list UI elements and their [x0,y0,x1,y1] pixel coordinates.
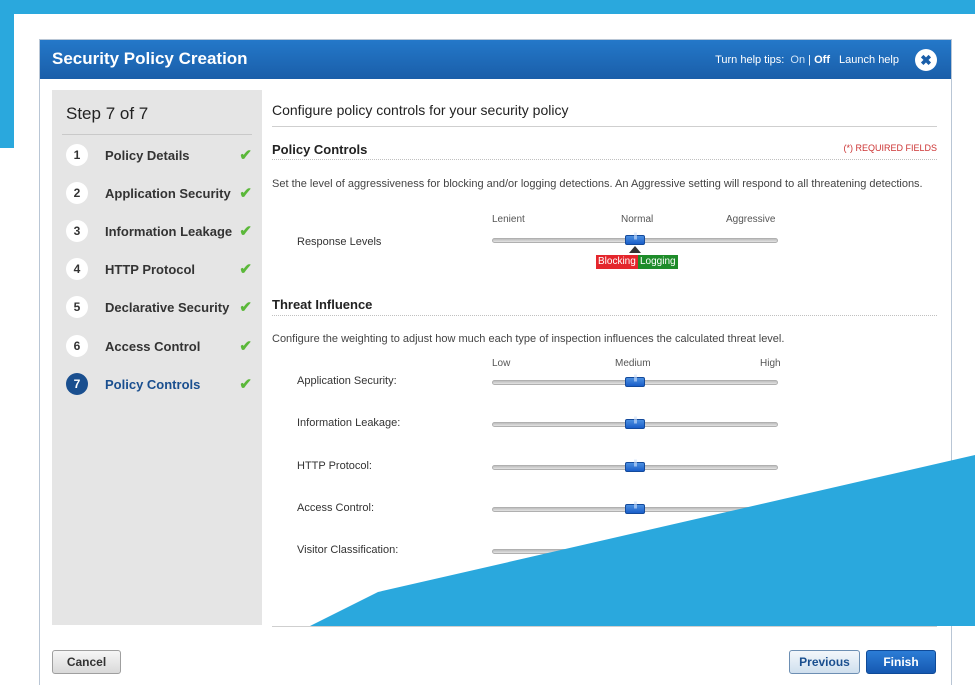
decorative-cyan-shape [310,455,975,626]
decorative-cyan-polygon [310,455,975,626]
